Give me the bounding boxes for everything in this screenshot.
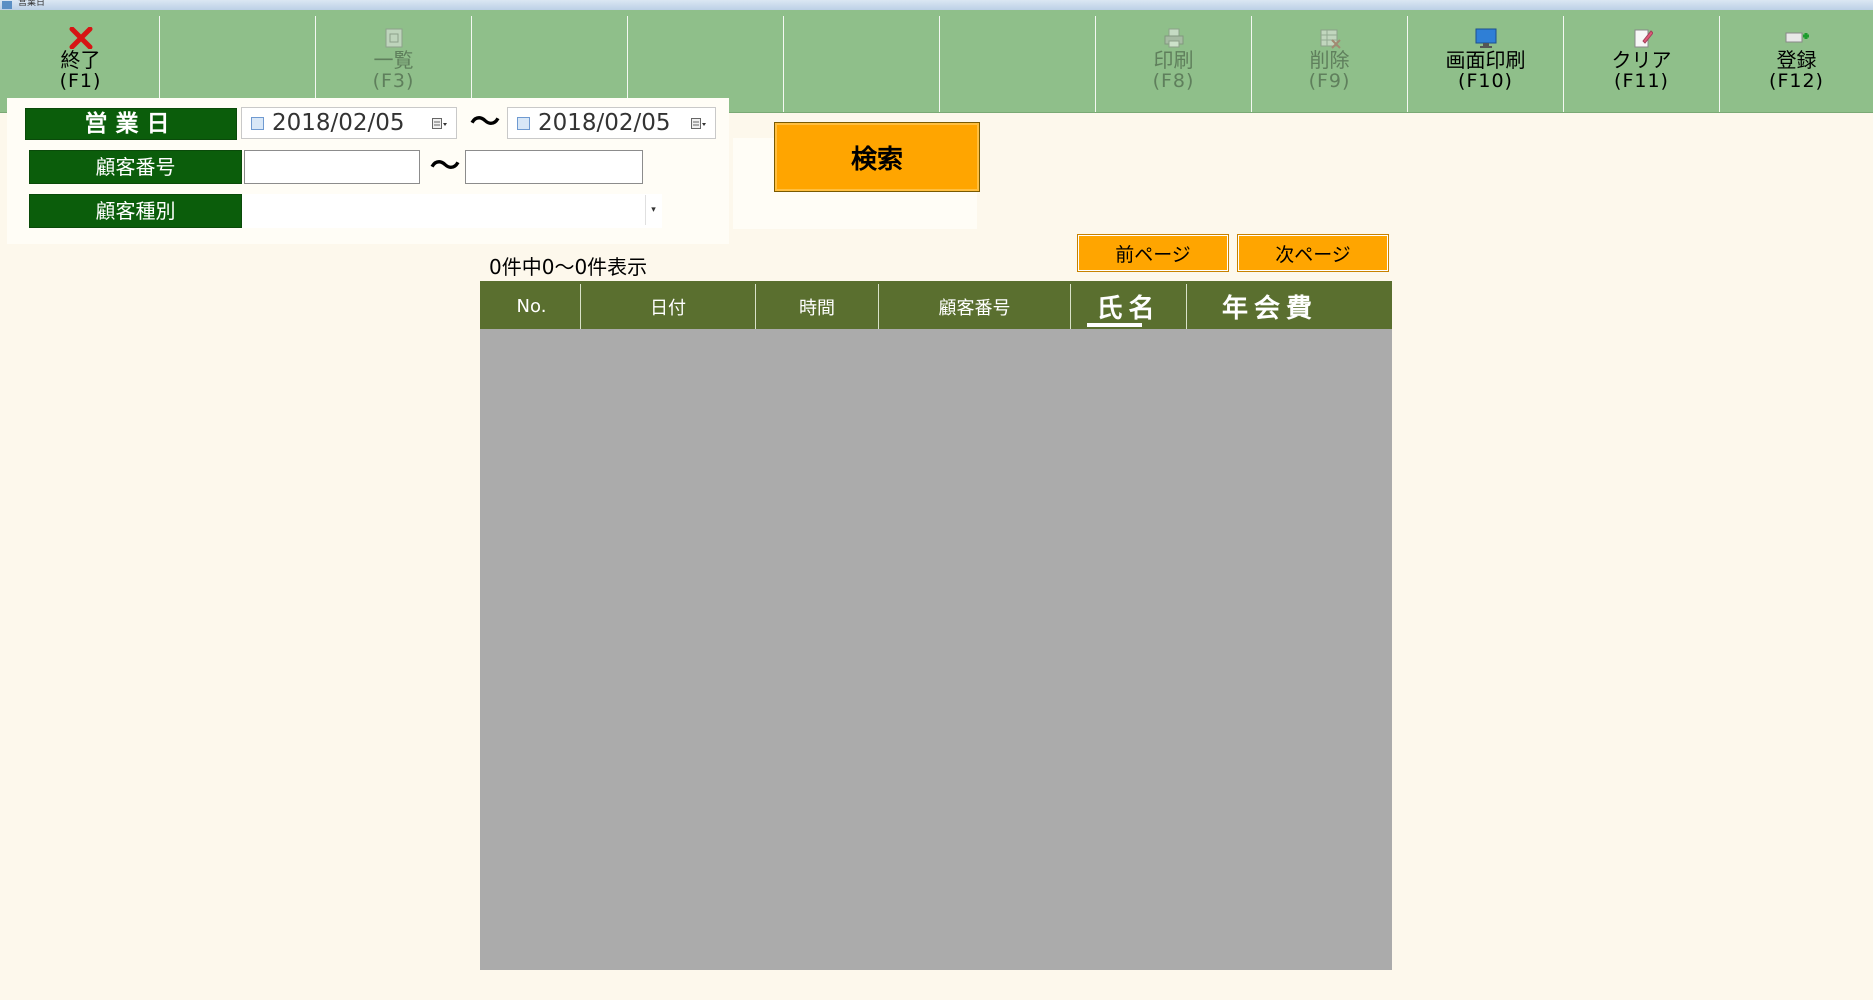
window-title: 営業日 — [18, 0, 46, 8]
toolbar-slot-f6 — [784, 16, 940, 112]
column-header-name[interactable]: 氏名 — [1071, 284, 1187, 329]
calendar-dropdown-icon[interactable] — [691, 118, 707, 130]
result-count: 0件中0〜0件表示 — [489, 255, 648, 279]
column-header-time[interactable]: 時間 — [756, 284, 879, 329]
print-button[interactable]: 印刷 (F8) — [1096, 16, 1252, 112]
date-from-value: 2018/02/05 — [272, 110, 405, 136]
customer-type-label: 顧客種別 — [29, 194, 242, 228]
add-record-icon — [1785, 32, 1809, 43]
next-page-button[interactable]: 次ページ — [1237, 234, 1389, 272]
date-to-value: 2018/02/05 — [538, 110, 671, 136]
customer-number-to-input[interactable] — [465, 150, 643, 184]
customer-number-tilde: 〜 — [430, 149, 460, 184]
delete-button[interactable]: 削除 (F9) — [1252, 16, 1408, 112]
date-to-checkbox[interactable] — [517, 116, 530, 130]
date-range-tilde: 〜 — [470, 105, 500, 140]
business-date-label: 営業日 — [25, 108, 237, 140]
date-from-checkbox[interactable] — [251, 116, 264, 130]
register-button[interactable]: 登録 (F12) — [1720, 16, 1873, 112]
printer-icon — [1164, 28, 1183, 48]
grid-header: No. 日付 時間 顧客番号 氏名 年会費 — [480, 281, 1392, 329]
customer-type-select[interactable]: ▾ — [242, 194, 662, 228]
column-header-name-label: 氏名 — [1096, 294, 1161, 324]
column-header-customer-number[interactable]: 顧客番号 — [879, 284, 1071, 329]
clear-button[interactable]: クリア (F11) — [1564, 16, 1720, 112]
date-from-picker[interactable]: 2018/02/05 — [241, 107, 457, 139]
prev-page-button[interactable]: 前ページ — [1077, 234, 1229, 272]
date-to-picker[interactable]: 2018/02/05 — [507, 107, 716, 139]
customer-number-label: 顧客番号 — [29, 150, 242, 184]
chevron-down-icon[interactable]: ▾ — [645, 195, 661, 225]
toolbar-slot-f7 — [940, 16, 1096, 112]
column-header-name-underline — [1087, 323, 1142, 327]
column-header-date[interactable]: 日付 — [581, 284, 756, 329]
close-x-icon — [69, 27, 92, 49]
screen-print-button[interactable]: 画面印刷 (F10) — [1408, 16, 1564, 112]
delete-table-icon — [1320, 29, 1341, 49]
customer-number-from-input[interactable] — [244, 150, 420, 184]
app-icon — [2, 1, 12, 9]
calendar-dropdown-icon[interactable] — [432, 118, 448, 130]
search-button[interactable]: 検索 — [774, 122, 980, 192]
column-header-annual-fee[interactable]: 年会費 — [1187, 284, 1392, 329]
results-grid[interactable]: No. 日付 時間 顧客番号 氏名 年会費 — [480, 281, 1392, 970]
list-icon — [385, 28, 402, 48]
column-header-no[interactable]: No. — [483, 284, 581, 329]
eraser-icon — [1634, 29, 1653, 48]
monitor-icon — [1475, 28, 1496, 48]
